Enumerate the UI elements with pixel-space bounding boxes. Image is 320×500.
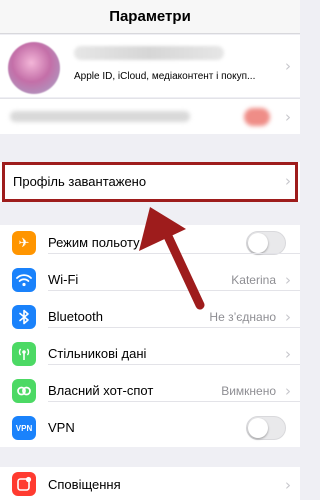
airplane-icon: ✈ <box>12 231 36 255</box>
chevron-right-icon: › <box>285 108 291 126</box>
cellular-icon <box>12 342 36 366</box>
chevron-right-icon: › <box>285 476 291 494</box>
row-value: Не з’єднано <box>209 310 276 324</box>
avatar <box>8 42 60 94</box>
bluetooth-icon <box>12 305 36 329</box>
settings-row-airplane-mode[interactable]: ✈ Режим польоту <box>0 225 300 262</box>
page-title: Параметри <box>109 8 191 25</box>
chevron-right-icon: › <box>285 57 291 75</box>
row-label: Власний хот-спот <box>48 383 154 398</box>
chevron-right-icon: › <box>285 382 291 400</box>
notifications-icon <box>12 472 36 496</box>
row-label: Сповіщення <box>48 477 121 492</box>
apple-id-subtitle: Apple ID, iCloud, медіаконтент і покуп..… <box>74 71 256 82</box>
chevron-right-icon: › <box>285 308 291 326</box>
row-label: Режим польоту <box>48 235 140 250</box>
vpn-icon: VPN <box>12 416 36 440</box>
navigation-bar: Параметри <box>0 0 300 34</box>
settings-row-cellular[interactable]: Стільникові дані › <box>0 327 300 373</box>
blurred-name <box>74 46 224 60</box>
settings-row-bluetooth[interactable]: Bluetooth Не з’єднано › <box>0 290 300 336</box>
row-value: Вимкнено <box>221 384 276 398</box>
blurred-text <box>10 111 190 122</box>
annotation-highlight-box <box>2 162 298 202</box>
settings-row-wifi[interactable]: Wi-Fi Katerina › <box>0 253 300 299</box>
airplane-mode-toggle[interactable] <box>246 231 286 255</box>
blurred-badge <box>244 108 270 126</box>
toggle-knob <box>248 233 268 253</box>
settings-row-personal-hotspot[interactable]: Власний хот-спот Вимкнено › <box>0 364 300 410</box>
hotspot-icon <box>12 379 36 403</box>
vpn-toggle[interactable] <box>246 416 286 440</box>
row-label: VPN <box>48 420 75 435</box>
wifi-icon <box>12 268 36 292</box>
chevron-right-icon: › <box>285 271 291 289</box>
row-label: Стільникові дані <box>48 346 147 361</box>
row-value: Katerina <box>231 273 276 287</box>
toggle-knob <box>248 418 268 438</box>
row-label: Bluetooth <box>48 309 103 324</box>
row-label: Wi-Fi <box>48 272 79 287</box>
settings-row-vpn[interactable]: VPN VPN <box>0 401 300 447</box>
connectivity-group: ✈ Режим польоту Wi-Fi Katerina › Bluetoo… <box>0 225 300 447</box>
chevron-right-icon: › <box>285 345 291 363</box>
blurred-suggestion-row[interactable]: › <box>0 98 300 134</box>
settings-row-notifications[interactable]: Сповіщення › <box>0 467 300 500</box>
apple-id-row[interactable]: Apple ID, iCloud, медіаконтент і покуп..… <box>0 35 300 97</box>
